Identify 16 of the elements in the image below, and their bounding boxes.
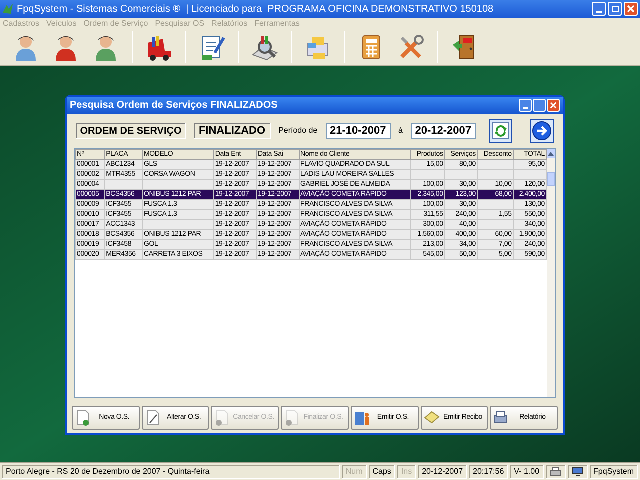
period-label: Período de <box>278 125 318 137</box>
status-time: 20:17:56 <box>469 464 508 478</box>
key-indicator: Caps <box>368 464 396 478</box>
date-from-field[interactable]: 21-10-2007 <box>326 123 391 139</box>
status-version: V- 1.00 <box>510 464 544 478</box>
key-indicator: Num <box>342 464 367 478</box>
status-label: FINALIZADO <box>194 123 271 139</box>
status-app-name: FpqSystem <box>590 464 638 478</box>
to-label: à <box>398 125 403 137</box>
key-indicator: Ins <box>397 464 416 478</box>
status-date: 20-12-2007 <box>418 464 468 478</box>
dialog-title: Pesquisa Ordem de Serviços FINALIZADOS <box>70 99 279 113</box>
order-label: ORDEM DE SERVIÇO <box>76 123 186 139</box>
date-to-field[interactable]: 20-12-2007 <box>410 123 476 139</box>
status-location: Porto Alegre - RS 20 de Dezembro de 2007 - Quinta-feira <box>2 464 340 478</box>
window-title: FpqSystem - Sistemas Comerciais ® | Licenciado para PROGRAMA OFICINA DEMONSTRATIVO 150108 <box>17 2 495 16</box>
